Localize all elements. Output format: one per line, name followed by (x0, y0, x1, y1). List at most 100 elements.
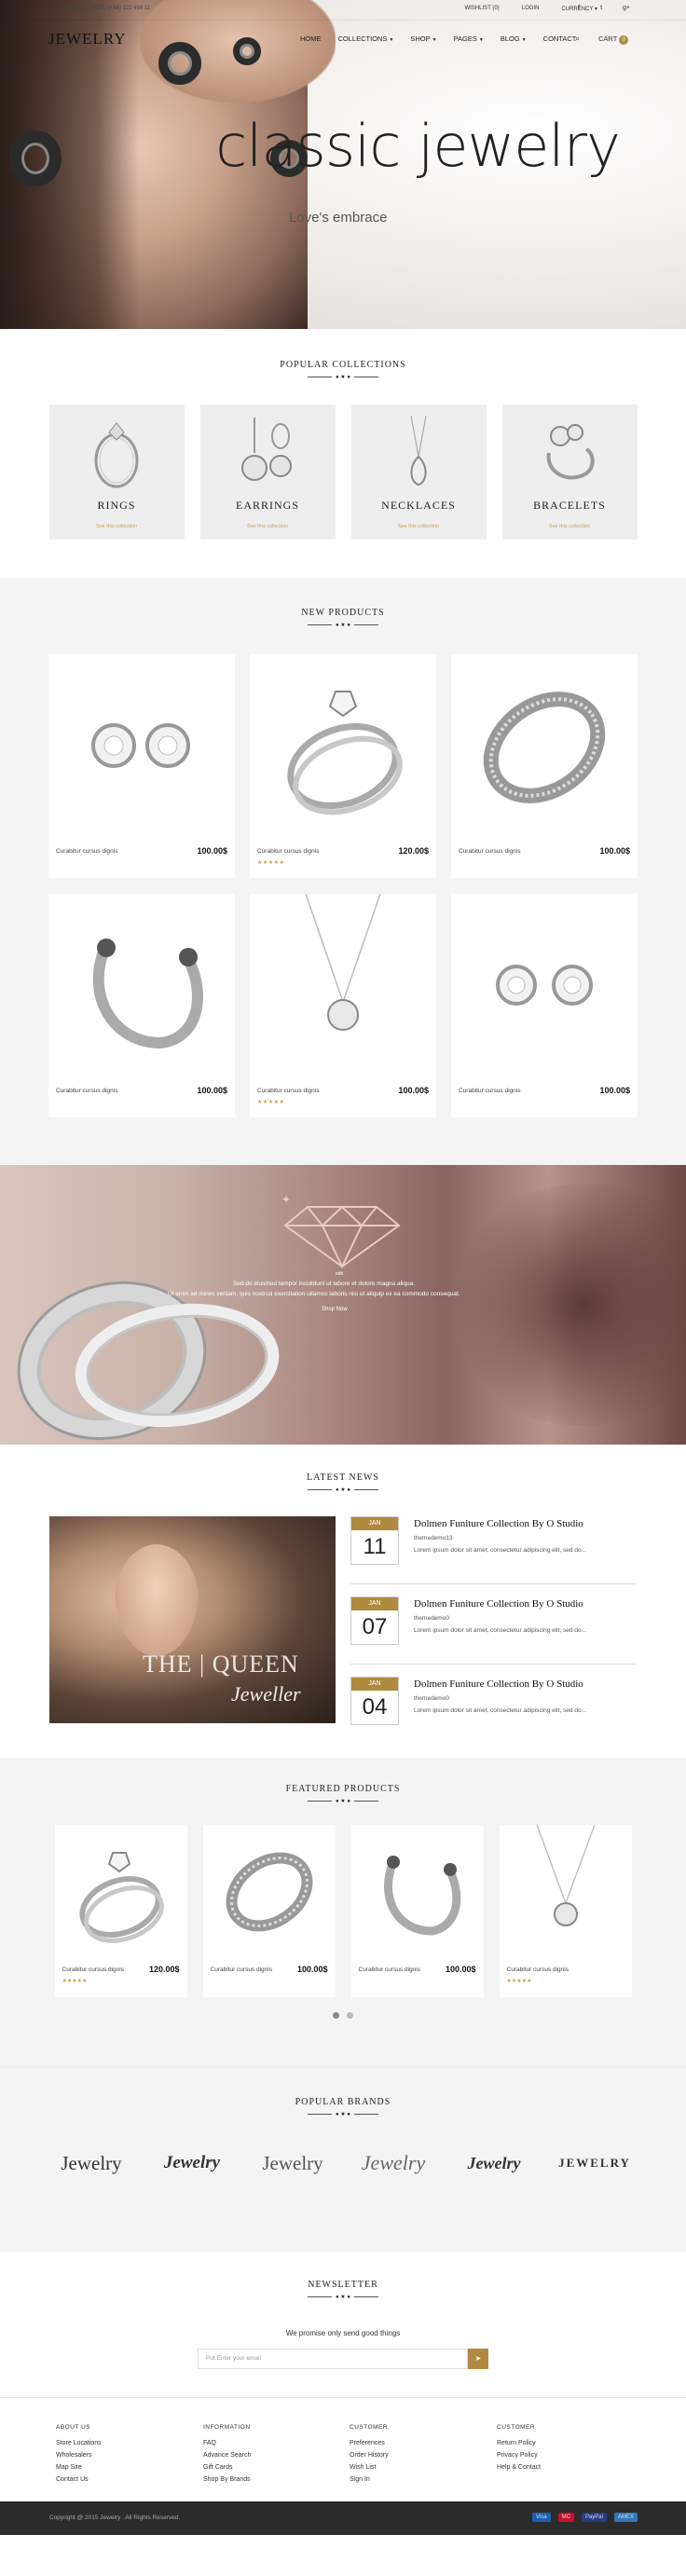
divider (350, 1664, 636, 1665)
news-author: themedemo0 (414, 1695, 449, 1702)
product-card[interactable]: Curabitur cursus dignis 100.00$ (48, 894, 235, 1117)
collection-link[interactable]: See this collection (351, 524, 487, 529)
product-name[interactable]: Curabitur cursus dignis (62, 1966, 124, 1973)
cuff-bracelet-product-image (92, 939, 203, 1049)
carousel-dot[interactable] (347, 2012, 353, 2019)
nav-shop[interactable]: SHOP ▼ (410, 34, 436, 43)
product-card[interactable]: Curabitur cursus dignis ★★★★★ (499, 1825, 632, 1997)
footer-link[interactable]: Map Site (56, 2461, 102, 2473)
product-card[interactable]: Curabitur cursus dignis 100.00$ (202, 1825, 336, 1997)
footer-link[interactable]: Sign In (350, 2473, 389, 2486)
product-name[interactable]: Curabitur cursus dignis (459, 1088, 520, 1094)
section-ornament: ● ★ ● (0, 2111, 686, 2117)
collection-card-bracelets[interactable]: BRACELETS See this collection (501, 404, 638, 540)
footer-link[interactable]: Contact Us (56, 2473, 102, 2486)
footer-link[interactable]: Wholesalers (56, 2449, 102, 2461)
collection-name: EARRINGS (235, 499, 299, 512)
google-plus-icon[interactable]: g+ (623, 5, 630, 11)
product-card[interactable]: Curabitur cursus dignis 120.00$ ★★★★★ (250, 654, 436, 878)
collection-card-rings[interactable]: RINGS See this collection (48, 404, 185, 540)
facebook-icon[interactable]: f (578, 5, 580, 11)
nav-collections[interactable]: COLLECTIONS ▼ (338, 34, 394, 43)
product-name[interactable]: Curabitur cursus dignis (211, 1966, 272, 1973)
product-name[interactable]: Curabitur cursus dignis (257, 1088, 319, 1094)
nav-pages[interactable]: PAGES ▼ (454, 34, 484, 43)
footer-link[interactable]: FAQ (203, 2437, 251, 2449)
news-title[interactable]: Dolmen Funiture Collection By O Studio (414, 1518, 583, 1529)
promo-label: edit (336, 1271, 344, 1277)
footer-link[interactable]: Store Locations (56, 2437, 102, 2449)
twitter-icon[interactable]: t (600, 5, 602, 11)
ring-icon (94, 422, 138, 488)
news-feature-image[interactable]: THE | QUEEN Jeweller (49, 1516, 336, 1723)
collection-link[interactable]: See this collection (49, 524, 185, 529)
login-link[interactable]: LOGIN (522, 6, 540, 12)
product-card[interactable]: Curabitur cursus dignis 100.00$ (350, 1825, 484, 1997)
footer-link[interactable]: Shop By Brands (203, 2473, 251, 2486)
footer-link[interactable]: Return Policy (497, 2437, 541, 2449)
collection-link[interactable]: See this collection (200, 524, 336, 529)
collection-link[interactable]: See this collection (502, 524, 638, 529)
diamond-icon: ✦ (281, 1193, 401, 1268)
brand-logo[interactable]: Jewelry (357, 2151, 430, 2175)
brand-logo[interactable]: JEWELRY (558, 2156, 631, 2171)
footer-link[interactable]: Gift Cards (203, 2461, 251, 2473)
image-subtitle: Jeweller (231, 1682, 301, 1706)
nav-contact[interactable]: CONTACT (543, 34, 577, 43)
product-card[interactable]: Curabitur cursus dignis 100.00$ ★★★★★ (250, 894, 436, 1117)
news-title[interactable]: Dolmen Funiture Collection By O Studio (414, 1598, 583, 1610)
collection-card-earrings[interactable]: EARRINGS See this collection (199, 404, 336, 540)
divider (350, 1583, 636, 1584)
footer-link[interactable]: Privacy Policy (497, 2449, 541, 2461)
section-ornament: ● ★ ● (0, 2294, 686, 2300)
ring-product-image (287, 691, 403, 815)
product-name[interactable]: Curabitur cursus dignis (56, 848, 117, 855)
product-card[interactable]: Curabitur cursus dignis 100.00$ (451, 894, 638, 1117)
product-price: 120.00$ (398, 846, 429, 856)
email-input[interactable]: Put Enter your email (198, 2349, 468, 2369)
brand-logo[interactable]: Jewelry (256, 2152, 329, 2175)
product-card[interactable]: Curabitur cursus dignis 120.00$ ★★★★★ (54, 1825, 187, 1997)
brand-logo[interactable]: Jewelry (458, 2154, 530, 2173)
popular-brands-section: POPULAR BRANDS ● ★ ● Jewelry Jewelry Jew… (0, 2066, 686, 2252)
news-item[interactable]: JAN 07 Dolmen Funiture Collection By O S… (350, 1596, 639, 1671)
product-name[interactable]: Curabitur cursus dignis (459, 848, 520, 855)
product-name[interactable]: Curabitur cursus dignis (507, 1966, 569, 1973)
product-card[interactable]: Curabitur cursus dignis 100.00$ (48, 654, 235, 878)
footer-link[interactable]: Wish List (350, 2461, 389, 2473)
footer-link[interactable]: Advance Search (203, 2449, 251, 2461)
footer: ABOUT US Store Locations Wholesalers Map… (0, 2397, 686, 2501)
cuff-bracelet-product-image (383, 1856, 460, 1936)
news-item[interactable]: JAN 04 Dolmen Funiture Collection By O S… (350, 1677, 639, 1751)
new-products-section: NEW PRODUCTS ● ★ ● Curabitur cursus dign… (0, 578, 686, 1165)
pendant-product-image (305, 894, 381, 1031)
product-card[interactable]: Curabitur cursus dignis 100.00$ (451, 654, 638, 878)
carousel-dot[interactable] (333, 2012, 339, 2019)
image-title: THE | QUEEN (143, 1651, 299, 1678)
chevron-down-icon: ▼ (478, 37, 484, 43)
shop-now-button[interactable]: Shop Now (322, 1307, 348, 1312)
product-price: 100.00$ (599, 1086, 630, 1095)
collection-card-necklaces[interactable]: NECKLACES See this collection (350, 404, 487, 540)
brand-logo[interactable]: Jewelry (156, 2153, 228, 2173)
nav-home[interactable]: HOME (300, 34, 322, 43)
rating-stars: ★★★★★ (62, 1979, 88, 1984)
footer-link[interactable]: Help & Contact (497, 2461, 541, 2473)
brand-logo[interactable]: Jewelry (55, 2152, 128, 2175)
product-name[interactable]: Curabitur cursus dignis (56, 1088, 117, 1094)
site-logo[interactable]: JEWELRY (48, 30, 127, 48)
footer-heading: INFORMATION (203, 2424, 251, 2431)
product-price: 100.00$ (296, 1965, 328, 1974)
cart-button[interactable]: CART 0 (598, 34, 629, 45)
search-icon[interactable]: ⌕ (575, 34, 580, 44)
wishlist-link[interactable]: WISHLIST (0) (465, 6, 500, 12)
product-name[interactable]: Curabitur cursus dignis (257, 848, 319, 855)
footer-link[interactable]: Preferences (350, 2437, 389, 2449)
earrings-product-image (91, 723, 190, 768)
news-item[interactable]: JAN 11 Dolmen Funiture Collection By O S… (350, 1516, 639, 1591)
product-name[interactable]: Curabitur cursus dignis (359, 1966, 420, 1973)
news-title[interactable]: Dolmen Funiture Collection By O Studio (414, 1679, 583, 1690)
nav-blog[interactable]: BLOG ▼ (501, 34, 527, 43)
subscribe-button[interactable]: ➤ (468, 2349, 488, 2369)
footer-link[interactable]: Order History (350, 2449, 389, 2461)
